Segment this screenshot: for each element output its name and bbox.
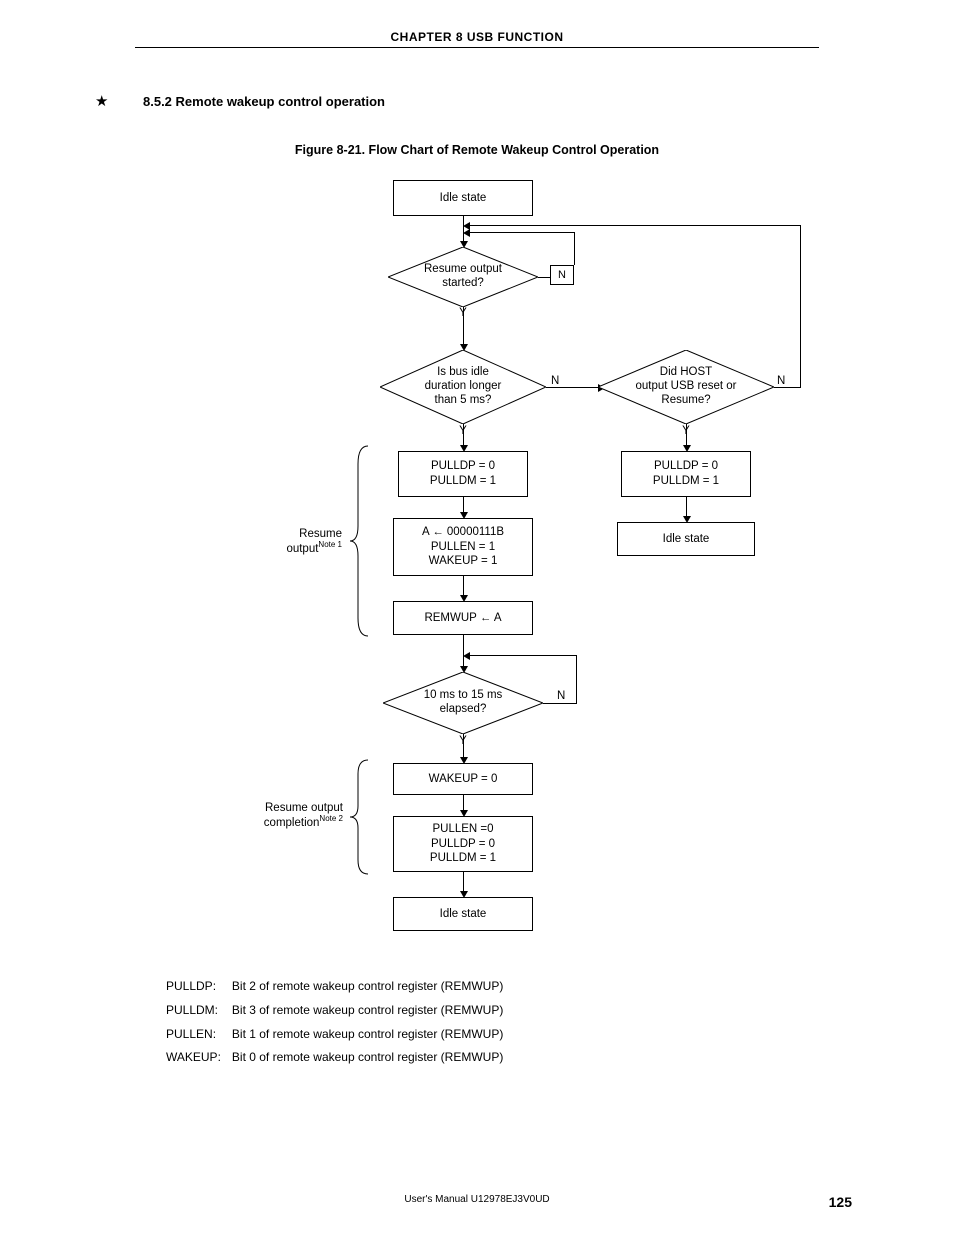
- label-line1: Resume output: [265, 802, 343, 814]
- chapter-title: CHAPTER 8 USB FUNCTION: [0, 30, 954, 44]
- def-row: PULLDM: Bit 3 of remote wakeup control r…: [165, 1000, 511, 1022]
- connector: [463, 307, 464, 347]
- node-wakeup0: WAKEUP = 0: [393, 763, 533, 795]
- connector: [576, 655, 577, 704]
- node-text: Idle state: [440, 907, 487, 922]
- node-text: than 5 ms?: [435, 394, 492, 408]
- def-row: PULLDP: Bit 2 of remote wakeup control r…: [165, 976, 511, 998]
- node-text: PULLDM = 1: [430, 851, 496, 866]
- node-text: Resume?: [661, 394, 710, 408]
- node-text: PULLDP = 0: [654, 459, 718, 474]
- node-text: Resume output: [424, 263, 502, 277]
- node-text: Did HOST: [660, 366, 712, 380]
- def-row: PULLEN: Bit 1 of remote wakeup control r…: [165, 1024, 511, 1046]
- definitions: PULLDP: Bit 2 of remote wakeup control r…: [163, 974, 513, 1071]
- connector: [800, 225, 801, 388]
- decision-elapsed: 10 ms to 15 ms elapsed?: [383, 672, 543, 734]
- node-text: A ← 00000111B: [422, 525, 504, 540]
- node-pullen0: PULLEN =0 PULLDP = 0 PULLDM = 1: [393, 816, 533, 872]
- label-line2: completion: [264, 817, 320, 829]
- node-text: duration longer: [425, 380, 502, 394]
- node-idle-bottom: Idle state: [393, 897, 533, 931]
- def-row: WAKEUP: Bit 0 of remote wakeup control r…: [165, 1047, 511, 1069]
- label-line1: Resume: [299, 528, 342, 540]
- footer-manual: User's Manual U12978EJ3V0UD: [0, 1194, 954, 1205]
- node-text: PULLDM = 1: [430, 474, 496, 489]
- node-text: WAKEUP = 1: [429, 554, 498, 569]
- node-text: PULLEN = 1: [431, 540, 495, 555]
- node-a-assign: A ← 00000111B PULLEN = 1 WAKEUP = 1: [393, 518, 533, 576]
- node-text: PULLDP = 0: [431, 459, 495, 474]
- branch-label-n: N: [551, 375, 559, 387]
- star-icon: ★: [95, 92, 108, 110]
- node-pull-right: PULLDP = 0 PULLDM = 1: [621, 451, 751, 497]
- node-text: output USB reset or: [636, 380, 737, 394]
- branch-label-n-box: N: [550, 265, 574, 285]
- decision-resume-started: Resume output started?: [388, 247, 538, 307]
- connector: [546, 387, 601, 388]
- def-val: Bit 1 of remote wakeup control register …: [231, 1024, 511, 1046]
- branch-label-n: N: [558, 268, 566, 282]
- arrowhead-left-icon: [463, 652, 470, 660]
- node-text: Idle state: [440, 191, 487, 206]
- figure-title: Figure 8-21. Flow Chart of Remote Wakeup…: [0, 143, 954, 157]
- node-text: REMWUP ← A: [424, 611, 501, 626]
- node-pull-left: PULLDP = 0 PULLDM = 1: [398, 451, 528, 497]
- branch-label-n: N: [557, 690, 565, 702]
- connector: [574, 232, 575, 265]
- def-key: PULLEN:: [165, 1024, 229, 1046]
- connector: [538, 277, 550, 278]
- connector: [774, 387, 800, 388]
- def-val: Bit 3 of remote wakeup control register …: [231, 1000, 511, 1022]
- connector: [470, 225, 801, 226]
- group-label-resume-output: Resume outputNote 1: [260, 528, 342, 555]
- node-text: WAKEUP = 0: [429, 772, 498, 787]
- note-sup: Note 1: [318, 540, 342, 549]
- group-label-resume-completion: Resume output completionNote 2: [235, 802, 343, 829]
- label-line2: output: [286, 543, 318, 555]
- node-text: PULLEN =0: [432, 822, 493, 837]
- note-sup: Note 2: [319, 814, 343, 823]
- node-text: Is bus idle: [437, 366, 489, 380]
- node-text: 10 ms to 15 ms: [424, 689, 503, 703]
- def-key: WAKEUP:: [165, 1047, 229, 1069]
- decision-bus-idle: Is bus idle duration longer than 5 ms?: [380, 350, 546, 424]
- page: CHAPTER 8 USB FUNCTION ★ 8.5.2 Remote wa…: [0, 0, 954, 1235]
- connector: [470, 655, 577, 656]
- def-key: PULLDM:: [165, 1000, 229, 1022]
- decision-host-reset: Did HOST output USB reset or Resume?: [598, 350, 774, 424]
- section-title: 8.5.2 Remote wakeup control operation: [143, 94, 385, 109]
- node-text: PULLDP = 0: [431, 837, 495, 852]
- node-text: started?: [442, 277, 484, 291]
- def-val: Bit 0 of remote wakeup control register …: [231, 1047, 511, 1069]
- page-number: 125: [829, 1194, 852, 1210]
- arrowhead-left-icon: [463, 222, 470, 230]
- node-text: Idle state: [663, 532, 710, 547]
- def-val: Bit 2 of remote wakeup control register …: [231, 976, 511, 998]
- def-key: PULLDP:: [165, 976, 229, 998]
- node-text: elapsed?: [440, 703, 487, 717]
- node-idle-top: Idle state: [393, 180, 533, 216]
- connector: [543, 703, 576, 704]
- node-text: PULLDM = 1: [653, 474, 719, 489]
- brace-icon: [348, 758, 372, 876]
- arrowhead-left-icon: [463, 229, 470, 237]
- header-rule: [135, 47, 819, 48]
- branch-label-n: N: [777, 375, 785, 387]
- brace-icon: [348, 444, 372, 638]
- node-idle-right: Idle state: [617, 522, 755, 556]
- node-remwup-a: REMWUP ← A: [393, 601, 533, 635]
- connector: [470, 232, 575, 233]
